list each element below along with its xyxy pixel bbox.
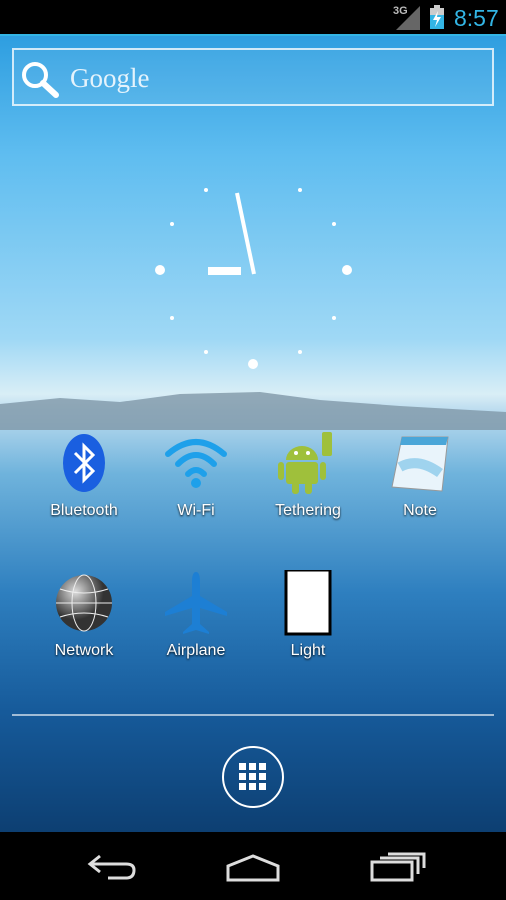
app-tethering[interactable]: Tethering [252, 428, 364, 520]
light-icon [284, 570, 332, 636]
app-note[interactable]: Note [364, 428, 476, 520]
app-wifi[interactable]: Wi-Fi [140, 428, 252, 520]
app-label: Network [54, 642, 114, 659]
app-network[interactable]: Network [28, 568, 140, 660]
app-label: Light [290, 642, 326, 659]
android-usb-icon [278, 432, 332, 494]
wifi-icon [165, 439, 227, 488]
app-label: Airplane [166, 642, 226, 659]
home-icon[interactable] [218, 846, 288, 886]
recents-icon[interactable] [366, 846, 436, 886]
app-label: Wi-Fi [177, 502, 215, 519]
google-search-bar[interactable]: Google [12, 48, 494, 106]
search-label: Google [70, 63, 150, 93]
app-label: Bluetooth [50, 502, 118, 519]
dock-divider [12, 714, 494, 716]
status-bar: 3G 8:57 [0, 0, 506, 36]
back-icon[interactable] [78, 846, 148, 886]
airplane-icon [165, 572, 227, 634]
battery-charging-icon [430, 5, 444, 29]
app-drawer-button[interactable] [222, 746, 284, 808]
clock-time: 8:57 [454, 5, 499, 31]
navigation-bar [0, 832, 506, 900]
app-bluetooth[interactable]: Bluetooth [28, 428, 140, 520]
app-airplane[interactable]: Airplane [140, 568, 252, 660]
app-label: Tethering [275, 502, 341, 519]
hour-hand [208, 267, 241, 275]
globe-icon [56, 574, 112, 632]
minute-hand [235, 192, 256, 275]
app-light[interactable]: Light [252, 568, 364, 660]
search-icon [22, 62, 59, 98]
notepad-icon [391, 436, 449, 492]
app-drawer-icon [239, 763, 266, 790]
signal-icon [396, 6, 420, 30]
analog-clock-widget[interactable] [140, 170, 370, 380]
app-label: Note [403, 502, 437, 519]
bluetooth-icon [63, 434, 105, 492]
wallpaper-hills [0, 392, 506, 430]
